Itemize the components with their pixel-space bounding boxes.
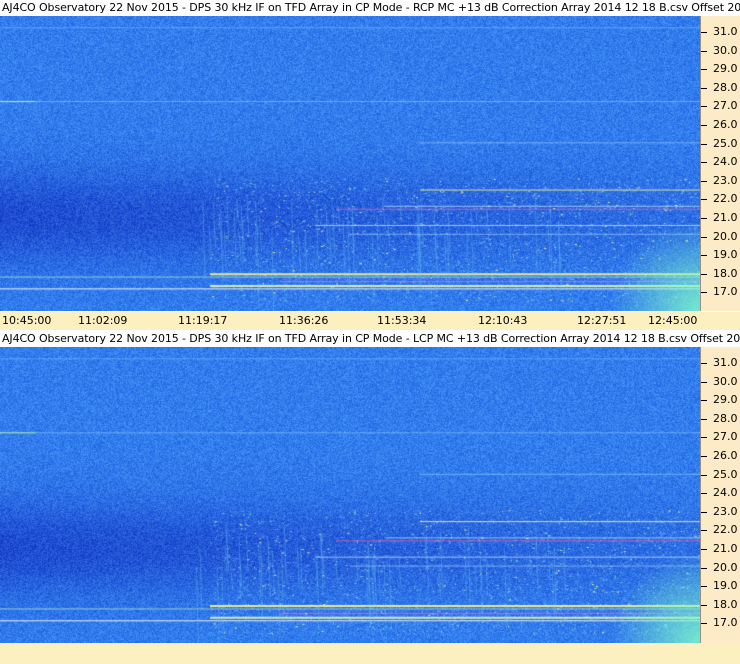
lcp-spectrogram-image bbox=[0, 347, 700, 643]
time-tick-label: 11:53:34 bbox=[377, 314, 427, 327]
lcp-spectrogram[interactable] bbox=[0, 347, 700, 643]
y-tick-mark bbox=[701, 530, 707, 532]
y-tick-mark bbox=[701, 567, 707, 569]
y-tick-label: 18.0 bbox=[713, 597, 738, 611]
y-tick-mark bbox=[701, 218, 707, 219]
y-tick-label: 17.0 bbox=[713, 616, 738, 630]
lcp-frequency-axis: 31.0 30.0 29.0 28.0 27.0 26.0 25.0 24.0 … bbox=[700, 347, 740, 643]
y-tick-mark bbox=[701, 474, 707, 476]
y-tick-mark bbox=[701, 586, 707, 588]
time-tick-label: 12:45:00 bbox=[648, 314, 698, 327]
time-tick-label: 11:02:09 bbox=[78, 314, 128, 327]
y-tick-label: 29.0 bbox=[713, 393, 738, 407]
y-tick-mark bbox=[701, 50, 707, 52]
y-tick-label: 30.0 bbox=[713, 43, 738, 57]
y-tick-mark bbox=[701, 69, 707, 71]
time-tick-label: 11:19:17 bbox=[178, 314, 228, 327]
y-tick-mark bbox=[701, 493, 707, 495]
y-tick-label: 25.0 bbox=[713, 467, 738, 481]
y-tick-mark bbox=[701, 273, 707, 275]
y-tick-mark bbox=[701, 143, 707, 145]
y-tick-label: 30.0 bbox=[713, 374, 738, 388]
y-tick-label: 18.0 bbox=[713, 266, 738, 280]
y-tick-mark bbox=[701, 125, 707, 126]
y-tick-label: 27.0 bbox=[713, 99, 738, 113]
y-tick-mark bbox=[701, 511, 707, 513]
axis-corner bbox=[700, 312, 740, 330]
y-tick-label: 17.0 bbox=[713, 285, 738, 299]
y-tick-mark bbox=[701, 32, 707, 33]
y-tick-mark bbox=[701, 180, 707, 182]
y-tick-mark bbox=[701, 162, 707, 164]
bottom-status-strip bbox=[0, 643, 740, 664]
y-tick-label: 19.0 bbox=[713, 248, 738, 262]
time-tick-label: 10:45:00 bbox=[2, 314, 52, 327]
rcp-panel-title: AJ4CO Observatory 22 Nov 2015 - DPS 30 k… bbox=[0, 0, 740, 16]
y-tick-mark bbox=[701, 199, 707, 201]
y-tick-label: 26.0 bbox=[713, 449, 738, 462]
y-tick-mark bbox=[701, 456, 707, 457]
y-tick-mark bbox=[701, 236, 707, 238]
y-tick-label: 19.0 bbox=[713, 579, 738, 593]
lcp-panel-title: AJ4CO Observatory 22 Nov 2015 - DPS 30 k… bbox=[0, 331, 740, 347]
y-tick-mark bbox=[701, 292, 707, 294]
rcp-spectrogram[interactable] bbox=[0, 16, 700, 311]
y-tick-label: 25.0 bbox=[713, 136, 738, 150]
y-tick-label: 23.0 bbox=[713, 504, 738, 518]
y-tick-mark bbox=[701, 87, 707, 89]
y-tick-label: 22.0 bbox=[713, 523, 738, 537]
y-tick-label: 20.0 bbox=[713, 560, 738, 574]
y-tick-label: 23.0 bbox=[713, 173, 738, 187]
y-tick-mark bbox=[701, 604, 707, 606]
y-tick-label: 29.0 bbox=[713, 62, 738, 76]
y-tick-mark bbox=[701, 549, 707, 550]
y-tick-label: 21.0 bbox=[713, 211, 738, 224]
y-tick-mark bbox=[701, 418, 707, 420]
y-tick-label: 26.0 bbox=[713, 118, 738, 131]
y-tick-label: 20.0 bbox=[713, 229, 738, 243]
y-tick-mark bbox=[701, 381, 707, 383]
y-tick-label: 22.0 bbox=[713, 192, 738, 206]
y-tick-mark bbox=[701, 363, 707, 364]
y-tick-mark bbox=[701, 106, 707, 108]
time-axis: 10:45:00 11:02:09 11:19:17 11:36:26 11:5… bbox=[0, 312, 700, 330]
y-tick-label: 24.0 bbox=[713, 486, 738, 500]
y-tick-mark bbox=[701, 400, 707, 402]
y-tick-label: 21.0 bbox=[713, 542, 738, 555]
y-tick-label: 27.0 bbox=[713, 430, 738, 444]
y-tick-label: 28.0 bbox=[713, 80, 738, 94]
y-tick-label: 24.0 bbox=[713, 155, 738, 169]
rcp-spectrogram-image bbox=[0, 16, 700, 311]
time-tick-label: 11:36:26 bbox=[279, 314, 329, 327]
time-tick-label: 12:27:51 bbox=[577, 314, 627, 327]
y-tick-label: 28.0 bbox=[713, 411, 738, 425]
y-tick-label: 31.0 bbox=[713, 25, 738, 38]
y-tick-mark bbox=[701, 437, 707, 439]
y-tick-mark bbox=[701, 255, 707, 257]
y-tick-mark bbox=[701, 623, 707, 625]
time-tick-label: 12:10:43 bbox=[478, 314, 528, 327]
rcp-frequency-axis: 31.0 30.0 29.0 28.0 27.0 26.0 25.0 24.0 … bbox=[700, 16, 740, 311]
y-tick-label: 31.0 bbox=[713, 356, 738, 369]
